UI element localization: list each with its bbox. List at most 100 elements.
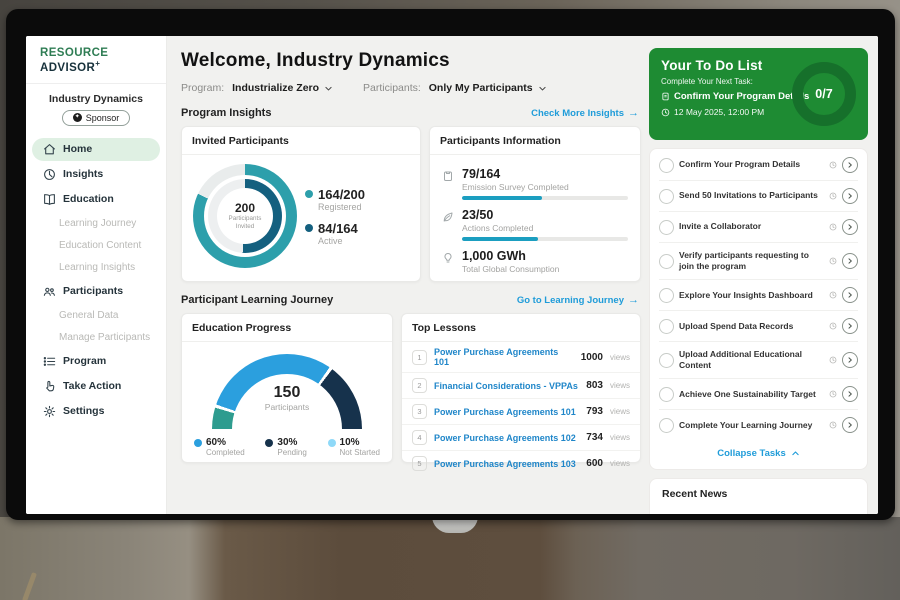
stat-row-consumption: 1,000 GWh Total Global Consumption: [442, 249, 628, 278]
task-open-button[interactable]: [842, 253, 858, 269]
sidebar: RESOURCE ADVISOR+ Industry Dynamics ✦ Sp…: [26, 36, 167, 514]
legend-item-not-started: 10% Not Started: [328, 437, 380, 457]
lesson-rank: 5: [412, 456, 427, 471]
task-checkbox[interactable]: [659, 418, 674, 433]
book-icon: [43, 193, 56, 206]
sidebar-item-participants[interactable]: Participants: [32, 280, 160, 303]
task-checkbox[interactable]: [659, 353, 674, 368]
stat-label: Total Global Consumption: [462, 264, 628, 274]
program-filter-dropdown[interactable]: Industrialize Zero: [232, 82, 333, 94]
sidebar-item-insights[interactable]: Insights: [32, 163, 160, 186]
participants-filter-value: Only My Participants: [429, 82, 533, 94]
clock-icon: [661, 108, 670, 117]
chevron-down-icon: [324, 84, 333, 93]
photo-scene: RESOURCE ADVISOR+ Industry Dynamics ✦ Sp…: [0, 0, 900, 600]
task-checkbox[interactable]: [659, 288, 674, 303]
task-row: Send 50 Invitations to Participants: [659, 181, 858, 212]
task-open-button[interactable]: [842, 157, 858, 173]
task-row: Invite a Collaborator: [659, 212, 858, 243]
task-label: Verify participants requesting to join t…: [679, 250, 824, 272]
logo-plus: +: [95, 59, 100, 68]
sidebar-item-home[interactable]: Home: [32, 138, 160, 161]
sidebar-item-settings[interactable]: Settings: [32, 400, 160, 423]
lesson-rank: 4: [412, 430, 427, 445]
task-row: Upload Spend Data Records: [659, 311, 858, 342]
sidebar-item-learning-journey[interactable]: Learning Journey: [32, 213, 160, 234]
sidebar-item-general-data[interactable]: General Data: [32, 305, 160, 326]
lesson-row: 1 Power Purchase Agreements 101 1000 vie…: [402, 342, 640, 373]
check-more-insights-link[interactable]: Check More Insights: [531, 107, 639, 119]
sidebar-item-education[interactable]: Education: [32, 188, 160, 211]
todo-header-panel: Your To Do List Complete Your Next Task:…: [649, 48, 868, 140]
lesson-link[interactable]: Power Purchase Agreements 101: [434, 407, 579, 417]
clipboard-icon: [442, 170, 454, 182]
sidebar-item-label: Home: [63, 143, 92, 155]
lesson-views: 1000: [581, 352, 603, 363]
gauge-center-value: 150: [212, 384, 362, 402]
task-checkbox[interactable]: [659, 189, 674, 204]
recent-news-card: Recent News: [649, 478, 868, 514]
task-open-button[interactable]: [842, 287, 858, 303]
logo-primary: RESOURCE: [40, 47, 108, 59]
participants-filter-dropdown[interactable]: Only My Participants: [429, 82, 547, 94]
monitor-bezel: RESOURCE ADVISOR+ Industry Dynamics ✦ Sp…: [6, 9, 895, 520]
task-open-button[interactable]: [842, 188, 858, 204]
task-label: Confirm Your Program Details: [679, 159, 824, 170]
clock-icon: [829, 356, 837, 364]
task-checkbox[interactable]: [659, 158, 674, 173]
recent-news-title: Recent News: [662, 488, 727, 500]
task-open-button[interactable]: [842, 318, 858, 334]
lesson-link[interactable]: Power Purchase Agreements 101: [434, 347, 574, 367]
insights-icon: [43, 168, 56, 181]
gauge-center: 150 Participants: [212, 384, 362, 412]
people-icon: [43, 285, 56, 298]
top-lessons-card: Top Lessons 1 Power Purchase Agreements …: [401, 313, 641, 463]
card-title: Participants Information: [430, 127, 640, 155]
task-open-button[interactable]: [842, 352, 858, 368]
task-checkbox[interactable]: [659, 319, 674, 334]
sidebar-item-take-action[interactable]: Take Action: [32, 375, 160, 398]
stat-value: 23/50: [462, 208, 628, 222]
stat-value: 1,000 GWh: [462, 249, 628, 263]
sidebar-item-label: Education: [63, 193, 114, 205]
legend-item-completed: 60% Completed: [194, 437, 245, 457]
sidebar-item-label: Participants: [63, 285, 123, 297]
card-title: Education Progress: [182, 314, 392, 342]
clock-icon: [829, 390, 837, 398]
org-name: Industry Dynamics: [26, 93, 166, 105]
sidebar-item-label: Program: [63, 355, 106, 367]
clock-icon: [829, 421, 837, 429]
task-open-button[interactable]: [842, 219, 858, 235]
stat-row-emission-survey: 79/164 Emission Survey Completed: [442, 167, 628, 200]
task-checkbox[interactable]: [659, 387, 674, 402]
invited-participants-donut-chart: 200 Participants Invited: [193, 164, 297, 268]
donut-legend: 164/200 Registered 84/164 Active: [305, 178, 414, 255]
task-open-button[interactable]: [842, 417, 858, 433]
sidebar-item-manage-participants[interactable]: Manage Participants: [32, 327, 160, 348]
sidebar-item-label: Take Action: [63, 380, 121, 392]
task-checkbox[interactable]: [659, 220, 674, 235]
lesson-row: 2 Financial Considerations - VPPAs 803 v…: [402, 373, 640, 399]
task-open-button[interactable]: [842, 386, 858, 402]
sidebar-item-education-content[interactable]: Education Content: [32, 235, 160, 256]
sidebar-item-learning-insights[interactable]: Learning Insights: [32, 257, 160, 278]
leaf-icon: [442, 211, 454, 223]
sidebar-item-label: Insights: [63, 168, 103, 180]
clock-icon: [829, 322, 837, 330]
participants-filter: Participants: Only My Participants: [363, 82, 547, 94]
task-row: Verify participants requesting to join t…: [659, 243, 858, 280]
chevron-down-icon: [538, 84, 547, 93]
sidebar-item-program[interactable]: Program: [32, 350, 160, 373]
go-to-learning-journey-link[interactable]: Go to Learning Journey: [517, 294, 639, 306]
home-icon: [43, 143, 56, 156]
lesson-rank: 1: [412, 350, 427, 365]
clock-icon: [829, 257, 837, 265]
lesson-link[interactable]: Financial Considerations - VPPAs: [434, 381, 579, 391]
collapse-tasks-link[interactable]: Collapse Tasks: [659, 440, 858, 468]
section-title-program-insights: Program Insights: [181, 107, 271, 119]
donut-center-label: Participants Invited: [223, 215, 267, 231]
card-title: Invited Participants: [182, 127, 420, 155]
task-checkbox[interactable]: [659, 254, 674, 269]
lesson-link[interactable]: Power Purchase Agreements 102: [434, 433, 579, 443]
lesson-link[interactable]: Power Purchase Agreements 103: [434, 459, 579, 469]
